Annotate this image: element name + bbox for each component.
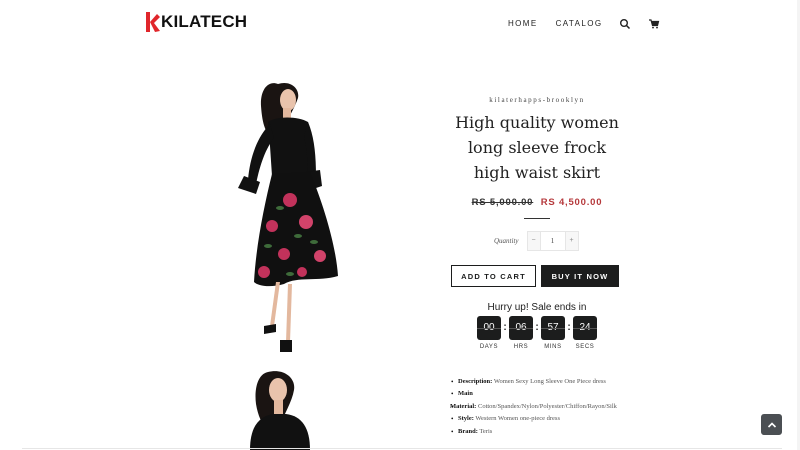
quantity-selector: Quantity − + <box>448 231 626 251</box>
product-prices: RS 5,000.00 RS 4,500.00 <box>448 197 626 208</box>
search-icon[interactable] <box>619 17 631 30</box>
description-key: Main <box>458 390 473 398</box>
description-item: Brand: Teris <box>450 426 660 439</box>
description-item: Main <box>450 388 660 401</box>
quantity-label: Quantity <box>494 237 519 245</box>
countdown-hours: 06 HRS <box>508 316 534 350</box>
main-nav: HOME CATALOG <box>508 17 660 30</box>
nav-catalog[interactable]: CATALOG <box>556 19 603 28</box>
footer-divider <box>22 448 782 449</box>
countdown-minutes: 57 MINS <box>540 316 566 350</box>
cart-icon[interactable] <box>648 17 660 29</box>
description-value: Teris <box>479 427 493 435</box>
brand-name: KILATECH <box>161 12 248 31</box>
countdown-hours-value: 06 <box>509 316 533 340</box>
buy-now-button[interactable]: BUY IT NOW <box>541 265 619 287</box>
quantity-decrease-button[interactable]: − <box>527 232 540 250</box>
description-key: Style: <box>458 415 474 423</box>
countdown-seconds: 24 SECS <box>572 316 598 350</box>
countdown-seconds-value: 24 <box>573 316 597 340</box>
add-to-cart-button[interactable]: ADD TO CART <box>451 265 536 287</box>
description-value: Cotton/Spandex/Nylon/Polyester/Chiffon/R… <box>477 402 617 410</box>
site-header: KILATECH HOME CATALOG <box>0 0 800 50</box>
k-logo-icon <box>144 11 160 33</box>
countdown-minutes-value: 57 <box>541 316 565 340</box>
quantity-stepper: − + <box>526 231 579 251</box>
product-thumbnail-image[interactable] <box>244 366 318 450</box>
countdown-heading: Hurry up! Sale ends in <box>487 302 587 313</box>
countdown-minutes-label: MINS <box>544 344 562 350</box>
description-item: Style: Western Women one-piece dress <box>450 413 660 426</box>
brand-logo[interactable]: KILATECH <box>144 11 247 33</box>
quantity-input[interactable] <box>539 232 566 250</box>
countdown-hours-label: HRS <box>513 344 529 350</box>
description-item: Description: Women Sexy Long Sleeve One … <box>450 376 660 389</box>
description-value: Women Sexy Long Sleeve One Piece dress <box>493 378 606 385</box>
countdown-days: 00 DAYS <box>476 316 502 350</box>
scroll-to-top-button[interactable] <box>761 414 782 435</box>
description-value: Western Women one-piece dress <box>475 415 560 423</box>
countdown-days-label: DAYS <box>479 344 499 350</box>
chevron-up-icon <box>767 416 777 434</box>
countdown-seconds-label: SECS <box>575 344 595 350</box>
sale-price: RS 4,500.00 <box>540 197 603 208</box>
description-key: Material: <box>450 402 477 410</box>
product-main-image[interactable] <box>228 76 346 360</box>
compare-at-price: RS 5,000.00 <box>471 197 534 208</box>
divider <box>524 218 550 219</box>
description-key: Description: <box>458 378 493 385</box>
description-item: Material: Cotton/Spandex/Nylon/Polyester… <box>450 401 660 414</box>
nav-home[interactable]: HOME <box>508 19 538 28</box>
product-info: kilaterhapps-brooklyn High quality women… <box>448 96 626 219</box>
product-description: Description: Women Sexy Long Sleeve One … <box>450 376 660 438</box>
product-title: High quality women long sleeve frock hig… <box>455 113 619 182</box>
countdown-days-value: 00 <box>477 316 501 340</box>
quantity-increase-button[interactable]: + <box>565 232 578 250</box>
product-vendor[interactable]: kilaterhapps-brooklyn <box>448 96 626 104</box>
description-key: Brand: <box>458 427 478 435</box>
countdown-timer: 00 DAYS : 06 HRS : 57 MINS : 24 SECS <box>476 316 598 350</box>
